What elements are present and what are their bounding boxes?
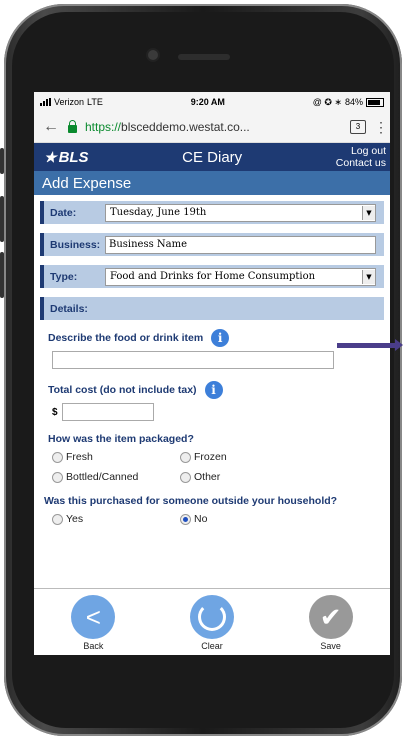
camera-icon	[148, 50, 158, 60]
radio-button[interactable]	[180, 451, 191, 463]
business-row: Business: Business Name	[40, 233, 384, 256]
details-row: Details:	[40, 297, 384, 320]
app-title: CE Diary	[182, 148, 243, 166]
phone-screen: Verizon LTE 9:20 AM @ ✪ ∗ 84% ← https://…	[34, 92, 390, 655]
cost-input[interactable]	[61, 403, 154, 421]
speaker-grille	[178, 54, 230, 60]
cost-label: Total cost (do not include tax)	[48, 384, 197, 396]
back-label: Back	[83, 641, 104, 651]
url-host: blsceddemo.westat.co...	[121, 120, 250, 134]
radio-button[interactable]	[52, 471, 63, 483]
bls-logo: ★ BLS	[44, 149, 89, 166]
mute-switch	[0, 148, 4, 174]
date-row: Date: Tuesday, June 19th ▼	[40, 201, 384, 224]
radio-frozen[interactable]: Frozen	[180, 451, 300, 463]
cost-field: $	[52, 403, 384, 421]
refresh-icon	[189, 595, 234, 639]
details-label: Details:	[50, 302, 88, 315]
chevron-down-icon: ▼	[362, 269, 375, 284]
radio-label: Yes	[66, 513, 84, 525]
radio-label: No	[194, 513, 208, 525]
battery-icon	[366, 97, 384, 107]
currency-symbol: $	[52, 406, 58, 418]
radio-label: Fresh	[66, 451, 93, 463]
radio-button-selected[interactable]	[180, 513, 191, 525]
browser-toolbar: ← https://blsceddemo.westat.co... 3 ⋮	[34, 112, 390, 143]
radio-label: Other	[194, 471, 221, 483]
radio-button[interactable]	[180, 471, 191, 483]
type-select[interactable]: Food and Drinks for Home Consumption ▼	[105, 267, 376, 286]
outside-question: Was this purchased for someone outside y…	[44, 495, 338, 507]
volume-up-button	[0, 196, 4, 242]
chevron-down-icon: ▼	[362, 205, 375, 220]
radio-no[interactable]: No	[180, 513, 300, 525]
browser-back-icon[interactable]: ←	[42, 118, 60, 136]
date-label: Date:	[50, 206, 77, 219]
carrier-name: Verizon	[54, 97, 85, 107]
date-select[interactable]: Tuesday, June 19th ▼	[105, 203, 376, 222]
network-type: LTE	[87, 97, 103, 107]
status-icons: @ ✪ ∗	[312, 96, 342, 107]
radio-label: Frozen	[194, 451, 227, 463]
radio-other[interactable]: Other	[180, 471, 300, 483]
star-icon: ★	[44, 148, 57, 165]
radio-label: Bottled/Canned	[66, 471, 139, 483]
packaged-question: How was the item packaged?	[48, 433, 194, 445]
browser-menu-icon[interactable]: ⋮	[374, 119, 388, 136]
describe-input[interactable]	[52, 351, 334, 369]
lock-icon	[68, 120, 77, 133]
address-bar[interactable]: https://blsceddemo.westat.co...	[85, 120, 342, 134]
back-button[interactable]: < Back	[71, 595, 116, 651]
checkmark-icon: ✔	[308, 595, 353, 639]
date-value: Tuesday, June 19th	[110, 207, 207, 218]
volume-down-button	[0, 252, 4, 298]
type-value: Food and Drinks for Home Consumption	[110, 271, 316, 282]
radio-button[interactable]	[52, 513, 63, 525]
status-time: 9:20 AM	[190, 97, 225, 107]
radio-fresh[interactable]: Fresh	[52, 451, 180, 463]
business-label: Business:	[50, 238, 101, 251]
contact-link[interactable]: Contact us	[336, 157, 386, 169]
battery-percent: 84%	[344, 97, 363, 107]
cost-question: Total cost (do not include tax) i	[48, 381, 384, 399]
logout-link[interactable]: Log out	[336, 145, 386, 157]
clear-button[interactable]: Clear	[189, 595, 234, 651]
info-icon[interactable]: i	[204, 381, 223, 399]
action-footer: < Back Clear ✔ Save	[34, 588, 390, 655]
packaged-options: Fresh Frozen Bottled/Canned Other	[52, 451, 384, 483]
status-left: Verizon LTE	[40, 97, 103, 107]
status-right: @ ✪ ∗ 84%	[313, 97, 384, 108]
app-header: ★ BLS CE Diary Log out Contact us	[34, 143, 390, 171]
logo-text: BLS	[58, 148, 89, 166]
save-button[interactable]: ✔ Save	[308, 595, 353, 651]
tabs-button[interactable]: 3	[350, 120, 366, 134]
outside-options: Yes No	[52, 513, 384, 525]
radio-button[interactable]	[52, 451, 63, 463]
radio-yes[interactable]: Yes	[52, 513, 180, 525]
describe-question: Describe the food or drink item i	[48, 329, 384, 347]
radio-bottled[interactable]: Bottled/Canned	[52, 471, 180, 483]
type-label: Type:	[50, 270, 78, 283]
expense-form: Date: Tuesday, June 19th ▼ Business: Bus…	[34, 195, 390, 525]
signal-icon	[40, 98, 51, 106]
pointer-arrow-icon	[337, 339, 403, 351]
url-scheme: https://	[85, 120, 122, 134]
save-label: Save	[320, 641, 341, 651]
back-icon: <	[71, 595, 116, 639]
page-title: Add Expense	[34, 171, 390, 195]
describe-label: Describe the food or drink item	[48, 332, 204, 344]
clear-label: Clear	[201, 641, 223, 651]
type-row: Type: Food and Drinks for Home Consumpti…	[40, 265, 384, 288]
header-links: Log out Contact us	[336, 145, 386, 169]
business-input[interactable]: Business Name	[105, 235, 376, 254]
status-bar: Verizon LTE 9:20 AM @ ✪ ∗ 84%	[34, 92, 390, 112]
info-icon[interactable]: i	[211, 329, 230, 347]
